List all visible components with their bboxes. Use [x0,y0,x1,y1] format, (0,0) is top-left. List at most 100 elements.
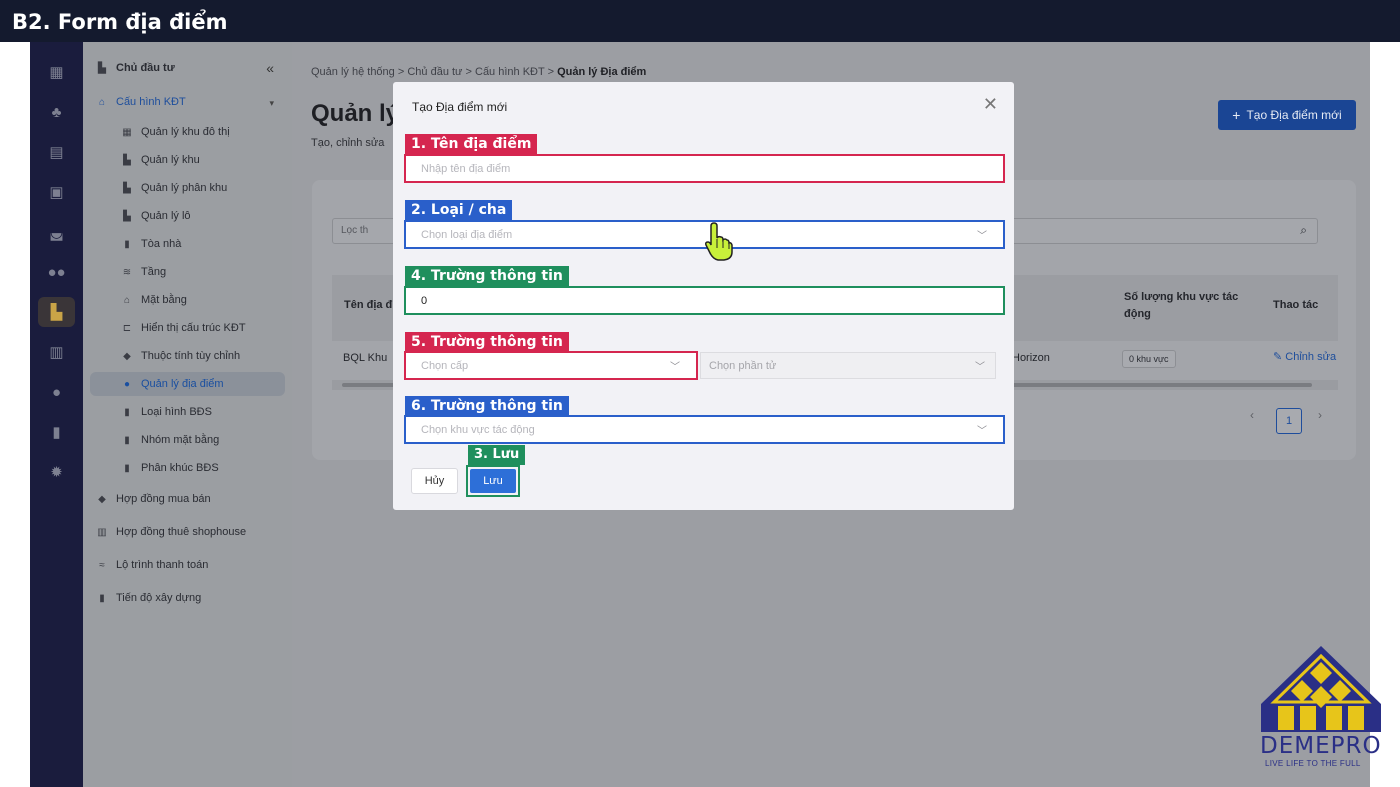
location-type-placeholder: Chọn loại địa điểm [421,228,513,241]
sidebar-item-dia-diem[interactable]: ● Quản lý địa điểm [90,372,285,396]
sidebar-item-toa-nha[interactable]: ▮ Tòa nhà [83,232,292,256]
annotation-name: 1. Tên địa điểm [405,134,538,156]
info-4-value: 0 [421,294,428,307]
tower-icon: ▮ [124,434,130,446]
gear-icon[interactable]: ✹ [38,457,75,487]
chevron-down-icon: ﹀ [670,362,680,373]
annotation-info-4: 4. Trường thông tin [405,266,569,288]
breadcrumb-item[interactable]: Chủ đầu tư [407,66,462,78]
building-icon: ▙ [98,62,106,74]
next-page-icon[interactable]: › [1318,408,1322,422]
store-icon: ▥ [97,526,107,538]
breadcrumb-separator: > [547,66,555,78]
sidebar-item-cau-hinh-kdt[interactable]: ⌂ Cấu hình KĐT [83,90,292,114]
store-icon[interactable]: ▥ [38,337,75,367]
sidebar-item-khu-do-thi[interactable]: ▦ Quản lý khu đô thị [83,120,292,144]
annotation-save: 3. Lưu [468,445,526,465]
sidebar-item-tien-do[interactable]: ▮ Tiến độ xây dựng [83,586,292,610]
impact-area-placeholder: Chọn khu vực tác động [421,423,535,436]
tower-icon: ▮ [124,462,130,474]
level-select[interactable]: Chọn cấp ﹀ [404,351,698,380]
building-icon: ▙ [123,182,131,194]
chevron-down-icon: ▾ [269,98,274,108]
save-button[interactable]: Lưu [470,469,516,493]
breadcrumb: Quản lý hệ thống > Chủ đầu tư > Cấu hình… [311,66,646,78]
column-header-name: Tên địa đ [344,299,393,311]
create-location-label: Tạo Địa điểm mới [1246,108,1342,122]
row-partner: Horizon [1012,352,1050,364]
tree-icon[interactable]: ♣ [38,97,75,127]
left-margin [0,42,30,787]
bank-icon: ⌂ [98,96,106,108]
pencil-icon: ✎ [1273,351,1286,363]
column-header-actions: Thao tác [1273,299,1319,311]
column-header-count-2: động [1124,308,1151,320]
modal-title: Tạo Địa điểm mới [412,100,508,114]
users-icon[interactable]: ●● [38,257,75,287]
sidebar-item-phan-khu[interactable]: ▙ Quản lý phân khu [83,176,292,200]
page-title: Quản lý [311,100,400,127]
level-placeholder: Chọn cấp [421,359,469,372]
chevron-down-icon: ﹀ [977,426,987,437]
hand-cursor-icon [705,222,733,261]
chevron-down-icon: ﹀ [975,362,985,373]
user-icon[interactable]: ● [38,377,75,407]
location-name-placeholder: Nhập tên địa điểm [421,162,511,175]
calculator-icon[interactable]: ▤ [38,137,75,167]
sidebar: ▙ Chủ đầu tư « ⌂ Cấu hình KĐT ▾ ▦ Quản lý k… [83,42,292,787]
building-icon[interactable]: ▦ [38,57,75,87]
sidebar-item-thuoc-tinh[interactable]: ◆ Thuộc tính tùy chỉnh [83,344,292,368]
sidebar-item-nhom-mat-bang[interactable]: ▮ Nhóm mặt bằng [83,428,292,452]
plus-icon: + [1232,107,1241,123]
sidebar-item-hop-dong-mua-ban[interactable]: ◆ Hợp đồng mua bán [83,487,292,511]
create-location-button[interactable]: + Tạo Địa điểm mới [1218,100,1356,130]
money-icon: ≈ [99,559,105,571]
impact-area-select[interactable]: Chọn khu vực tác động ﹀ [404,415,1005,444]
breadcrumb-separator: > [397,66,405,78]
tutorial-title: B2. Form địa điểm [12,10,228,34]
tower-icon: ▮ [99,592,105,604]
sidebar-item-lo-trinh[interactable]: ≈ Lộ trình thanh toán [83,553,292,577]
sidebar-item-tang[interactable]: ≋ Tầng [83,260,292,284]
sidebar-item-mat-bang[interactable]: ⌂ Mặt bằng [83,288,292,312]
home-icon: ⌂ [123,294,131,306]
logo-wordmark: DEMEPRO [1260,733,1382,759]
close-icon[interactable]: ✕ [983,94,998,115]
location-name-input[interactable]: Nhập tên địa điểm [404,154,1005,183]
annotation-type: 2. Loại / cha [405,200,513,222]
sidebar-item-cau-truc-kdt[interactable]: ⊏ Hiển thị cấu trúc KĐT [83,316,292,340]
breadcrumb-current: Quản lý Địa điểm [557,66,647,78]
map-building-icon[interactable]: ▙ [38,297,75,327]
bar-chart-icon[interactable]: ▮ [38,417,75,447]
briefcase-icon[interactable]: ▣ [38,177,75,207]
sidebar-item-chu-dau-tu[interactable]: ▙ Chủ đầu tư [83,56,292,80]
element-select: Chọn phần tử ﹀ [700,352,996,379]
breadcrumb-item[interactable]: Quản lý hệ thống [311,66,395,78]
sidebar-item-loai-hinh-bds[interactable]: ▮ Loại hình BĐS [83,400,292,424]
sidebar-item-phan-khuc-bds[interactable]: ▮ Phân khúc BĐS [83,456,292,480]
prev-page-icon[interactable]: ‹ [1250,408,1254,422]
logo-slogan: LIVE LIFE TO THE FULL [1265,759,1361,768]
layers-icon: ≋ [122,266,132,278]
cancel-button[interactable]: Hủy [411,468,458,494]
sidebar-item-khu[interactable]: ▙ Quản lý khu [83,148,292,172]
tutorial-header: B2. Form địa điểm [0,0,1400,42]
tower-icon: ▮ [124,406,130,418]
row-name: BQL Khu [343,352,388,364]
collapse-sidebar-icon[interactable]: « [266,60,274,76]
edit-link[interactable]: ✎ Chỉnh sửa [1273,350,1336,363]
info-4-input[interactable]: 0 [404,286,1005,315]
breadcrumb-item[interactable]: Cấu hình KĐT [475,66,545,78]
car-icon[interactable]: ◛ [38,217,75,247]
building-icon: ▙ [123,210,131,222]
save-button-highlight: Lưu [466,465,520,497]
city-icon: ▦ [122,126,132,138]
chevron-down-icon: ﹀ [977,231,987,242]
search-icon[interactable]: ⌕ [1300,223,1307,238]
page-subtitle: Tạo, chỉnh sửa [311,137,385,149]
tower-icon: ▮ [124,238,130,250]
sidebar-item-hop-dong-thue[interactable]: ▥ Hợp đồng thuê shophouse [83,520,292,544]
sidebar-item-lo[interactable]: ▙ Quản lý lô [83,204,292,228]
page-number-current[interactable]: 1 [1276,408,1302,434]
tag-icon: ◆ [98,493,106,505]
